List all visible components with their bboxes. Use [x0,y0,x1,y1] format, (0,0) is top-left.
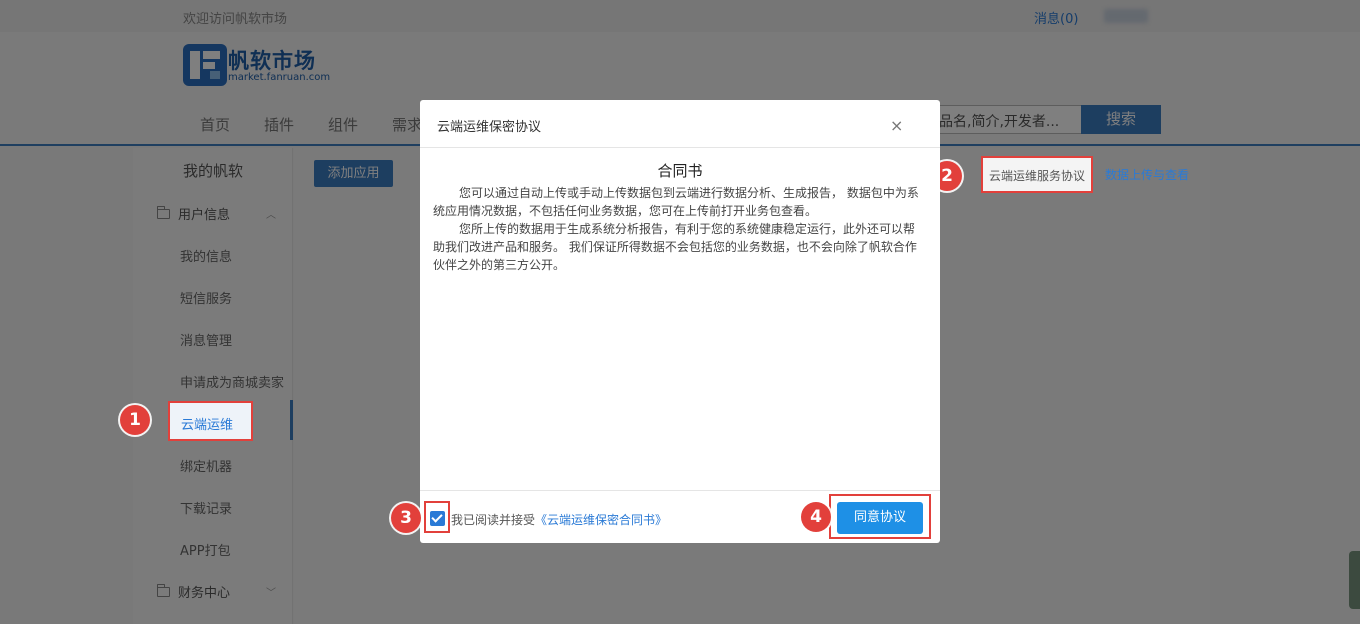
sidebar-item-cloud-ops[interactable]: 云端运维 [168,401,253,441]
accept-prefix: 我已阅读并接受 [451,513,536,527]
step-marker-4: 4 [801,502,831,532]
highlight-box-checkbox [424,501,450,533]
sidebar-item-label: 云端运维 [181,418,234,433]
cloud-ops-agreement-link[interactable]: 云端运维服务协议 [981,156,1093,193]
dialog-title: 云端运维保密协议 [437,120,542,135]
contract-paragraph-1: 您可以通过自动上传或手动上传数据包到云端进行数据分析、生成报告， 数据包中为系统… [433,186,919,218]
agreement-dialog: 云端运维保密协议 × 合同书 您可以通过自动上传或手动上传数据包到云端进行数据分… [420,100,940,543]
accept-label: 我已阅读并接受《云端运维保密合同书》 [451,511,667,528]
highlight-box-agree [829,494,931,539]
step-marker-3: 3 [391,503,421,533]
contract-title: 合同书 [657,162,703,180]
floating-widget[interactable] [1349,551,1360,609]
step-marker-1: 1 [120,405,150,435]
close-icon[interactable]: × [890,116,903,135]
contract-paragraph-2: 您所上传的数据用于生成系统分析报告，有利于您的系统健康稳定运行，此外还可以帮助我… [433,222,917,272]
link-label: 云端运维服务协议 [989,169,1086,183]
data-upload-link[interactable]: 数据上传与查看 [1105,166,1189,183]
dialog-header: 云端运维保密协议 × [420,100,940,148]
contract-link[interactable]: 《云端运维保密合同书》 [535,513,667,527]
